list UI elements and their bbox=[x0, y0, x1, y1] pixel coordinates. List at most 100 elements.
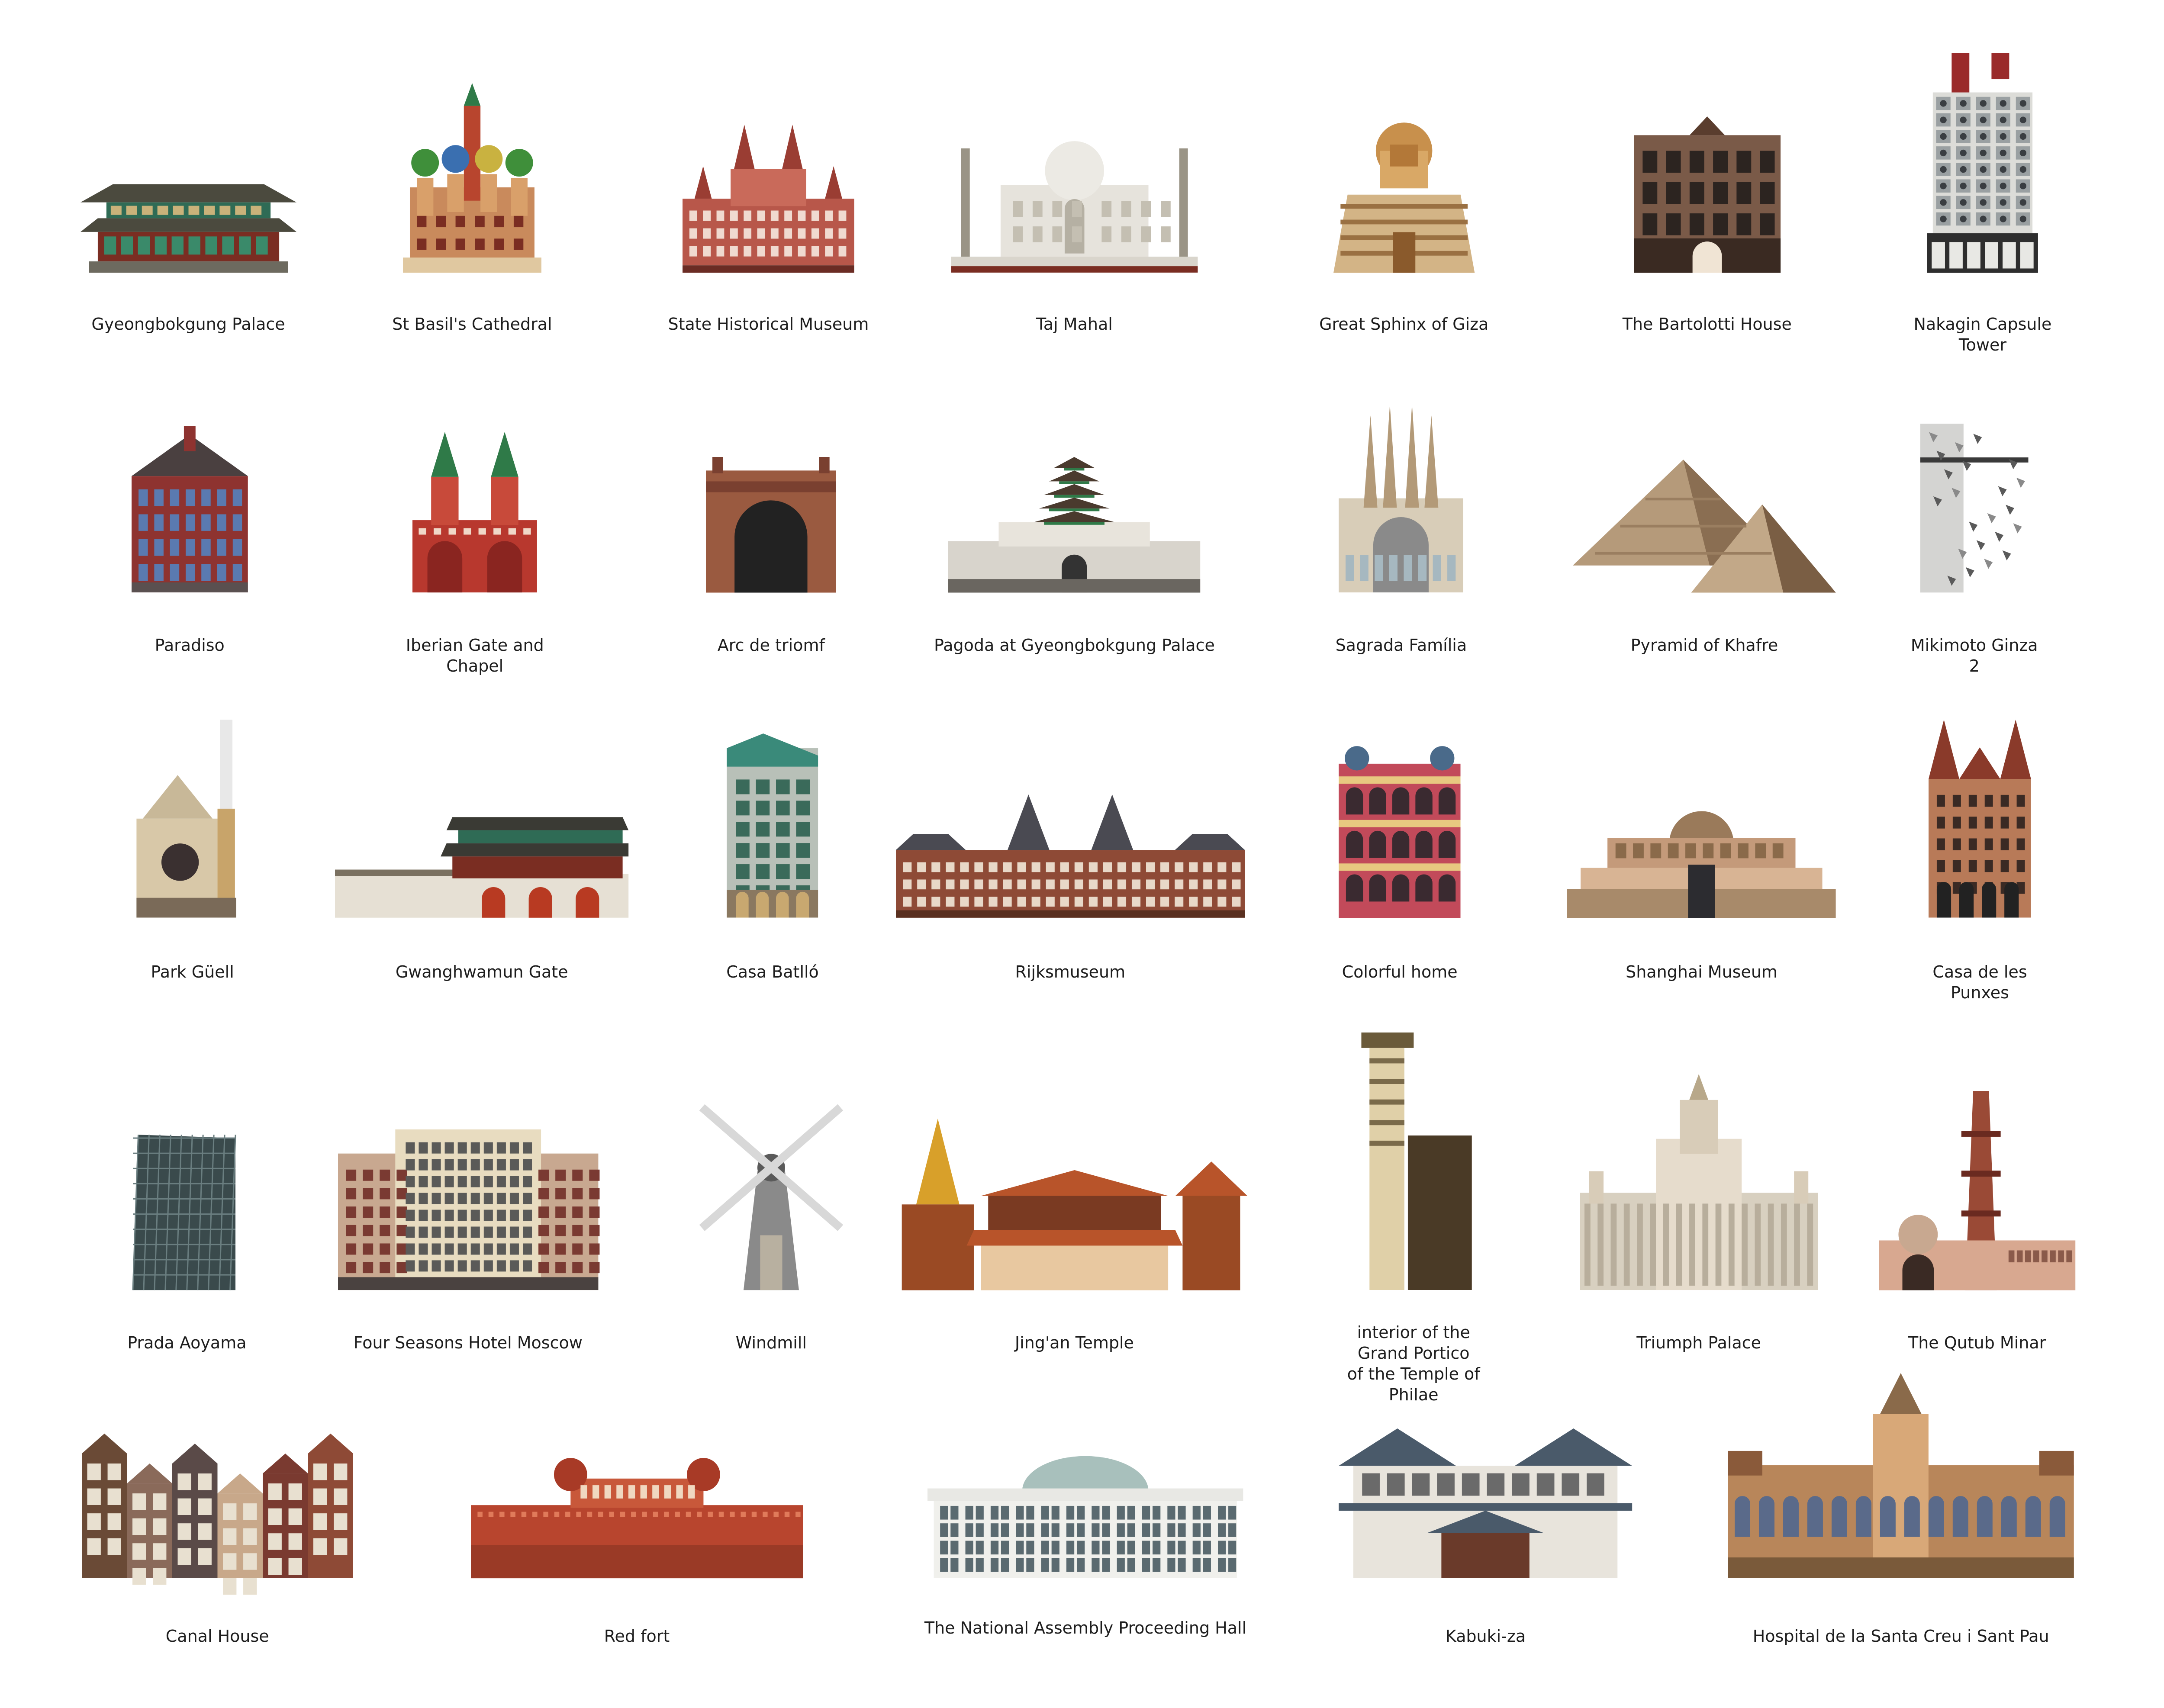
spired-basilica-icon bbox=[1339, 404, 1464, 593]
landmark-card: The Qutub Minar bbox=[1879, 1090, 2076, 1360]
glass-lattice-building-icon bbox=[132, 1135, 236, 1290]
landmark-card: Great Sphinx of Giza bbox=[1319, 116, 1488, 341]
landmark-card: Triumph Palace bbox=[1580, 1074, 1818, 1360]
landmark-label: Shanghai Museum bbox=[1626, 962, 1778, 981]
landmark-card: The Bartolotti House bbox=[1623, 116, 1792, 341]
landmark-label: State Historical Museum bbox=[668, 314, 869, 334]
landmark-label: Prada Aoyama bbox=[127, 1333, 247, 1352]
landmark-label: Windmill bbox=[735, 1333, 807, 1352]
landmark-label: Pagoda at Gyeongbokgung Palace bbox=[934, 635, 1215, 655]
landmark-card: Gwanghwamun Gate bbox=[335, 808, 629, 989]
gaudi-pavilion-icon bbox=[136, 720, 236, 918]
landmark-label: interior of the Grand Portico of the Tem… bbox=[1347, 1322, 1480, 1404]
landmark-card: Pagoda at Gyeongbokgung Palace bbox=[934, 457, 1215, 663]
landmark-card: Windmill bbox=[699, 1104, 844, 1360]
windmill-icon bbox=[699, 1104, 844, 1290]
landmark-card: Pyramid of Khafre bbox=[1573, 457, 1836, 663]
landmark-label: Kabuki-za bbox=[1445, 1627, 1526, 1646]
kabuki-theatre-icon bbox=[1339, 1428, 1633, 1578]
landmark-label: Rijksmuseum bbox=[1015, 962, 1126, 981]
capsule-tower-icon bbox=[1927, 52, 2038, 273]
ornate-pink-house-icon bbox=[1339, 746, 1461, 918]
perforated-tower-icon bbox=[1920, 423, 2029, 593]
landmark-label: The National Assembly Proceeding Hall bbox=[924, 1618, 1247, 1637]
landmark-card: Shanghai Museum bbox=[1567, 811, 1836, 989]
landmark-card: Rijksmuseum bbox=[895, 794, 1245, 989]
landmark-card: State Historical Museum bbox=[668, 124, 869, 341]
pyramid-icon bbox=[1573, 459, 1836, 593]
landmark-card: interior of the Grand Portico of the Tem… bbox=[1347, 1033, 1480, 1404]
landmark-card: Prada Aoyama bbox=[127, 1121, 247, 1360]
landmark-label: Paradiso bbox=[155, 635, 225, 655]
landmark-card: Four Seasons Hotel Moscow bbox=[338, 1129, 599, 1360]
landmark-card: Casa Batlló bbox=[726, 733, 819, 989]
golden-temple-icon bbox=[902, 1118, 1247, 1290]
landmark-label: Colorful home bbox=[1342, 962, 1458, 981]
red-fort-icon bbox=[470, 1457, 803, 1578]
landmark-label: Park Güell bbox=[151, 962, 234, 981]
pagoda-icon bbox=[948, 457, 1201, 593]
minaret-icon bbox=[1879, 1090, 2076, 1290]
round-top-museum-icon bbox=[1567, 811, 1836, 918]
domed-assembly-hall-icon bbox=[927, 1456, 1243, 1578]
landmark-card: Kabuki-za bbox=[1339, 1428, 1633, 1653]
landmark-card: Gyeongbokgung Palace bbox=[80, 159, 296, 341]
landmark-label: Gwanghwamun Gate bbox=[395, 962, 568, 981]
landmark-label: The Qutub Minar bbox=[1908, 1333, 2046, 1352]
landmark-card: Hospital de la Santa Creu i Sant Pau bbox=[1728, 1373, 2074, 1653]
landmark-label: Hospital de la Santa Creu i Sant Pau bbox=[1752, 1627, 2049, 1646]
turreted-house-icon bbox=[1929, 720, 2031, 918]
landmark-label: Casa Batlló bbox=[726, 962, 819, 981]
grand-hotel-icon bbox=[338, 1129, 599, 1290]
landmark-card: Colorful home bbox=[1339, 737, 1461, 989]
landmark-card: Casa de les Punxes bbox=[1929, 720, 2031, 1002]
landmark-card: Arc de triomf bbox=[706, 457, 837, 663]
landmark-card: Canal House bbox=[81, 1412, 353, 1653]
landmark-label: Taj Mahal bbox=[1036, 314, 1113, 334]
landmark-label: Casa de les Punxes bbox=[1932, 962, 2027, 1002]
landmark-card: Jing'an Temple bbox=[895, 1118, 1255, 1360]
landmark-label: Nakagin Capsule Tower bbox=[1913, 314, 2052, 354]
landmark-label: Gyeongbokgung Palace bbox=[91, 314, 285, 334]
landmark-label: Mikimoto Ginza 2 bbox=[1910, 635, 2038, 675]
red-brick-museum-icon bbox=[683, 124, 854, 273]
canal-houses-icon bbox=[81, 1433, 353, 1595]
twin-tower-gate-icon bbox=[412, 432, 538, 593]
landmark-illustration-sheet: Gyeongbokgung Palace St Basil's Cathedral… bbox=[0, 0, 2164, 1708]
temple-column-icon bbox=[1361, 1033, 1472, 1290]
landmark-label: Jing'an Temple bbox=[1014, 1333, 1134, 1352]
modernist-hospital-icon bbox=[1728, 1373, 2074, 1578]
landmark-label: Red fort bbox=[604, 1627, 670, 1646]
landmark-label: Iberian Gate and Chapel bbox=[406, 635, 544, 675]
landmark-label: Great Sphinx of Giza bbox=[1319, 314, 1489, 334]
landmark-label: Pyramid of Khafre bbox=[1630, 635, 1778, 655]
landmark-card: St Basil's Cathedral bbox=[392, 83, 552, 341]
stalinist-skyscraper-icon bbox=[1580, 1074, 1818, 1290]
landmark-label: Four Seasons Hotel Moscow bbox=[353, 1333, 583, 1352]
taj-mahal-icon bbox=[951, 141, 1198, 273]
palace-gate-wall-icon bbox=[335, 817, 629, 918]
gabled-brick-building-icon bbox=[131, 426, 248, 593]
landmark-label: Sagrada Família bbox=[1335, 635, 1467, 655]
landmark-label: The Bartolotti House bbox=[1622, 314, 1792, 334]
landmark-card: Iberian Gate and Chapel bbox=[406, 432, 544, 675]
landmark-card: Paradiso bbox=[131, 426, 248, 662]
landmark-card: Red fort bbox=[470, 1445, 803, 1653]
brick-townhouse-icon bbox=[1633, 116, 1781, 273]
triumphal-arch-icon bbox=[706, 457, 837, 593]
landmark-card: Sagrada Família bbox=[1332, 404, 1470, 663]
landmark-card: Park Güell bbox=[130, 720, 255, 989]
landmark-label: Triumph Palace bbox=[1636, 1333, 1761, 1352]
landmark-card: Taj Mahal bbox=[951, 113, 1198, 341]
landmark-label: Canal House bbox=[165, 1627, 269, 1646]
landmark-card: Nakagin Capsule Tower bbox=[1913, 52, 2051, 354]
museum-palace-icon bbox=[895, 794, 1245, 918]
landmark-card: Mikimoto Ginza 2 bbox=[1911, 423, 2038, 675]
modernist-facade-icon bbox=[727, 733, 818, 918]
landmark-label: Arc de triomf bbox=[717, 635, 825, 655]
sphinx-icon bbox=[1333, 122, 1475, 273]
landmark-card: The National Assembly Proceeding Hall bbox=[924, 1454, 1246, 1645]
korean-palace-icon bbox=[80, 184, 296, 273]
onion-dome-cathedral-icon bbox=[403, 83, 541, 273]
landmark-label: St Basil's Cathedral bbox=[392, 314, 552, 334]
